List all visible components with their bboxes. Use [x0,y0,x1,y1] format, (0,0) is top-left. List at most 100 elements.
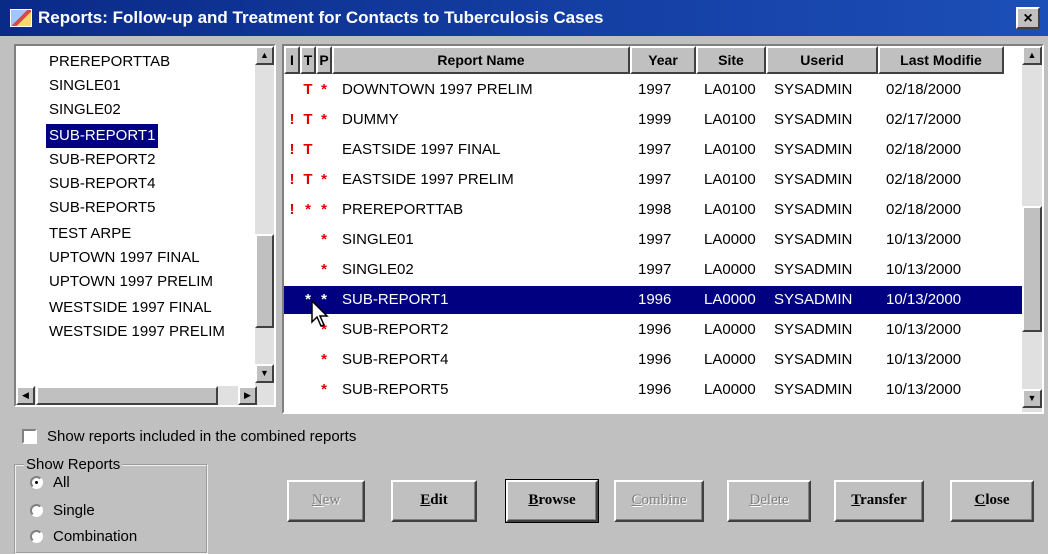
row-site: LA0000 [704,351,756,368]
row-year: 1997 [638,171,672,188]
radio-single[interactable]: Single [30,502,95,519]
row-report-name: DUMMY [342,111,399,128]
table-row[interactable]: * SUB-REPORT4 1996 LA0000 SYSADMIN 10/13/2000 [284,346,1024,374]
list-item[interactable]: SUB-REPORT2 [46,148,158,172]
row-report-name: PREREPORTTAB [342,201,464,218]
list-item[interactable]: PREREPORTTAB [46,50,173,74]
radio-all-label: All [53,474,70,491]
list-item[interactable]: SINGLE01 [46,74,124,98]
combine-button[interactable]: Combine [614,480,704,522]
row-last-modified: 02/17/2000 [886,111,962,128]
list-item[interactable]: WESTSIDE 1997 FINAL [46,296,215,320]
radio-combination-indicator[interactable] [30,530,43,543]
grid-vertical-scrollbar[interactable]: ▲ ▼ [1022,46,1042,412]
show-combined-checkbox[interactable] [22,429,37,444]
radio-single-indicator[interactable] [30,504,43,517]
row-flag-p: * [321,111,327,128]
list-item[interactable]: WESTSIDE 1997 PRELIM [46,320,228,344]
list-item[interactable]: UPTOWN 1997 FINAL [46,246,203,270]
row-flag-i: ! [289,171,295,188]
table-row[interactable]: * SUB-REPORT2 1996 LA0000 SYSADMIN 10/13/2000 [284,316,1024,344]
row-flag-p [316,136,332,164]
table-row[interactable]: ! T EASTSIDE 1997 FINAL 1997 LA0100 SYSADMIN 0… [284,136,1024,164]
row-userid: SYSADMIN [774,201,853,218]
row-userid: SYSADMIN [774,141,853,158]
column-header[interactable]: Year [630,46,696,74]
report-listbox[interactable]: PREREPORTTAB SINGLE01 SINGLE02 SUB-REPORT1 S… [14,44,276,407]
grid-scroll-thumb[interactable] [1022,206,1042,332]
edit-button[interactable]: Edit [391,480,477,522]
list-item[interactable]: SINGLE02 [46,98,124,122]
row-site: LA0100 [704,81,756,98]
row-last-modified: 02/18/2000 [886,81,962,98]
list-item[interactable]: SUB-REPORT5 [46,196,158,220]
row-report-name: EASTSIDE 1997 PRELIM [342,171,514,188]
show-reports-legend: Show Reports [24,456,123,473]
row-flag-t: T [303,81,313,98]
list-horizontal-scrollbar[interactable]: ◀ ▶ [16,386,274,405]
table-row[interactable]: ! T * EASTSIDE 1997 PRELIM 1997 LA0100 SYSADMI… [284,166,1024,194]
row-flag-t [300,346,316,374]
row-flag-p: * [321,81,327,98]
row-flag-t [300,226,316,254]
row-report-name: DOWNTOWN 1997 PRELIM [342,81,533,98]
close-icon[interactable]: × [1016,7,1040,29]
browse-button[interactable]: Browse [505,479,599,523]
table-row[interactable]: * SINGLE02 1997 LA0000 SYSADMIN 10/13/2000 [284,256,1024,284]
row-flag-i [284,316,300,344]
list-vertical-scrollbar[interactable]: ▲ ▼ [255,46,274,386]
row-site: LA0000 [704,381,756,398]
radio-combination[interactable]: Combination [30,528,137,545]
table-row[interactable]: * SINGLE01 1997 LA0000 SYSADMIN 10/13/2000 [284,226,1024,254]
list-item[interactable]: TEST ARPE [46,222,134,246]
report-app-icon [10,9,32,27]
radio-all[interactable]: All [30,474,70,491]
row-report-name: EASTSIDE 1997 FINAL [342,141,501,158]
column-header[interactable]: I [284,46,300,74]
column-header[interactable]: Userid [766,46,878,74]
arrow-right-icon[interactable]: ▶ [238,386,257,405]
table-row[interactable]: T * DOWNTOWN 1997 PRELIM 1997 LA0100 SYSADMIN… [284,76,1024,104]
table-row[interactable]: ! * * PREREPORTTAB 1998 LA0100 SYSADMIN 02/18/2… [284,196,1024,224]
list-item[interactable]: SUB-REPORT4 [46,172,158,196]
row-year: 1996 [638,321,672,338]
column-header[interactable]: Site [696,46,766,74]
row-flag-p: * [321,201,327,218]
arrow-down-icon[interactable]: ▼ [1022,389,1042,408]
arrow-left-icon[interactable]: ◀ [16,386,35,405]
row-last-modified: 10/13/2000 [886,231,962,248]
row-site: LA0000 [704,261,756,278]
list-scroll-thumb[interactable] [255,234,274,328]
table-row[interactable]: ! T * DUMMY 1999 LA0100 SYSADMIN 02/17/2000 [284,106,1024,134]
radio-all-indicator[interactable] [30,476,43,489]
new-button[interactable]: New [287,480,365,522]
column-header[interactable]: P [316,46,332,74]
list-item[interactable]: SUB-REPORT1 [44,123,160,149]
delete-button[interactable]: Delete [727,480,811,522]
list-item[interactable]: UPTOWN 1997 PRELIM [46,270,216,294]
arrow-up-icon[interactable]: ▲ [1022,46,1042,65]
show-combined-option[interactable]: Show reports included in the combined re… [22,428,356,445]
column-header[interactable]: Report Name [332,46,630,74]
arrow-up-icon[interactable]: ▲ [255,46,274,65]
arrow-down-icon[interactable]: ▼ [255,364,274,383]
row-flag-p: * [321,351,327,368]
row-flag-p: * [321,381,327,398]
row-site: LA0000 [704,321,756,338]
column-header[interactable]: Last Modifie [878,46,1004,74]
row-flag-p: * [321,231,327,248]
row-last-modified: 02/18/2000 [886,171,962,188]
table-row[interactable]: * SUB-REPORT5 1996 LA0000 SYSADMIN 10/13/2000 [284,376,1024,404]
row-last-modified: 10/13/2000 [886,381,962,398]
column-header[interactable]: T [300,46,316,74]
row-userid: SYSADMIN [774,81,853,98]
report-grid[interactable]: I T P Report Name Year Site Userid Last Modifie… [282,44,1044,414]
table-row[interactable]: * * SUB-REPORT1 1996 LA0000 SYSADMIN 10/13/200… [284,286,1024,314]
transfer-button[interactable]: Transfer [834,480,924,522]
row-site: LA0000 [704,291,756,308]
close-button[interactable]: Close [950,480,1034,522]
list-hscroll-thumb[interactable] [36,386,218,405]
row-site: LA0100 [704,171,756,188]
row-last-modified: 10/13/2000 [886,351,962,368]
row-flag-t: T [303,171,313,188]
